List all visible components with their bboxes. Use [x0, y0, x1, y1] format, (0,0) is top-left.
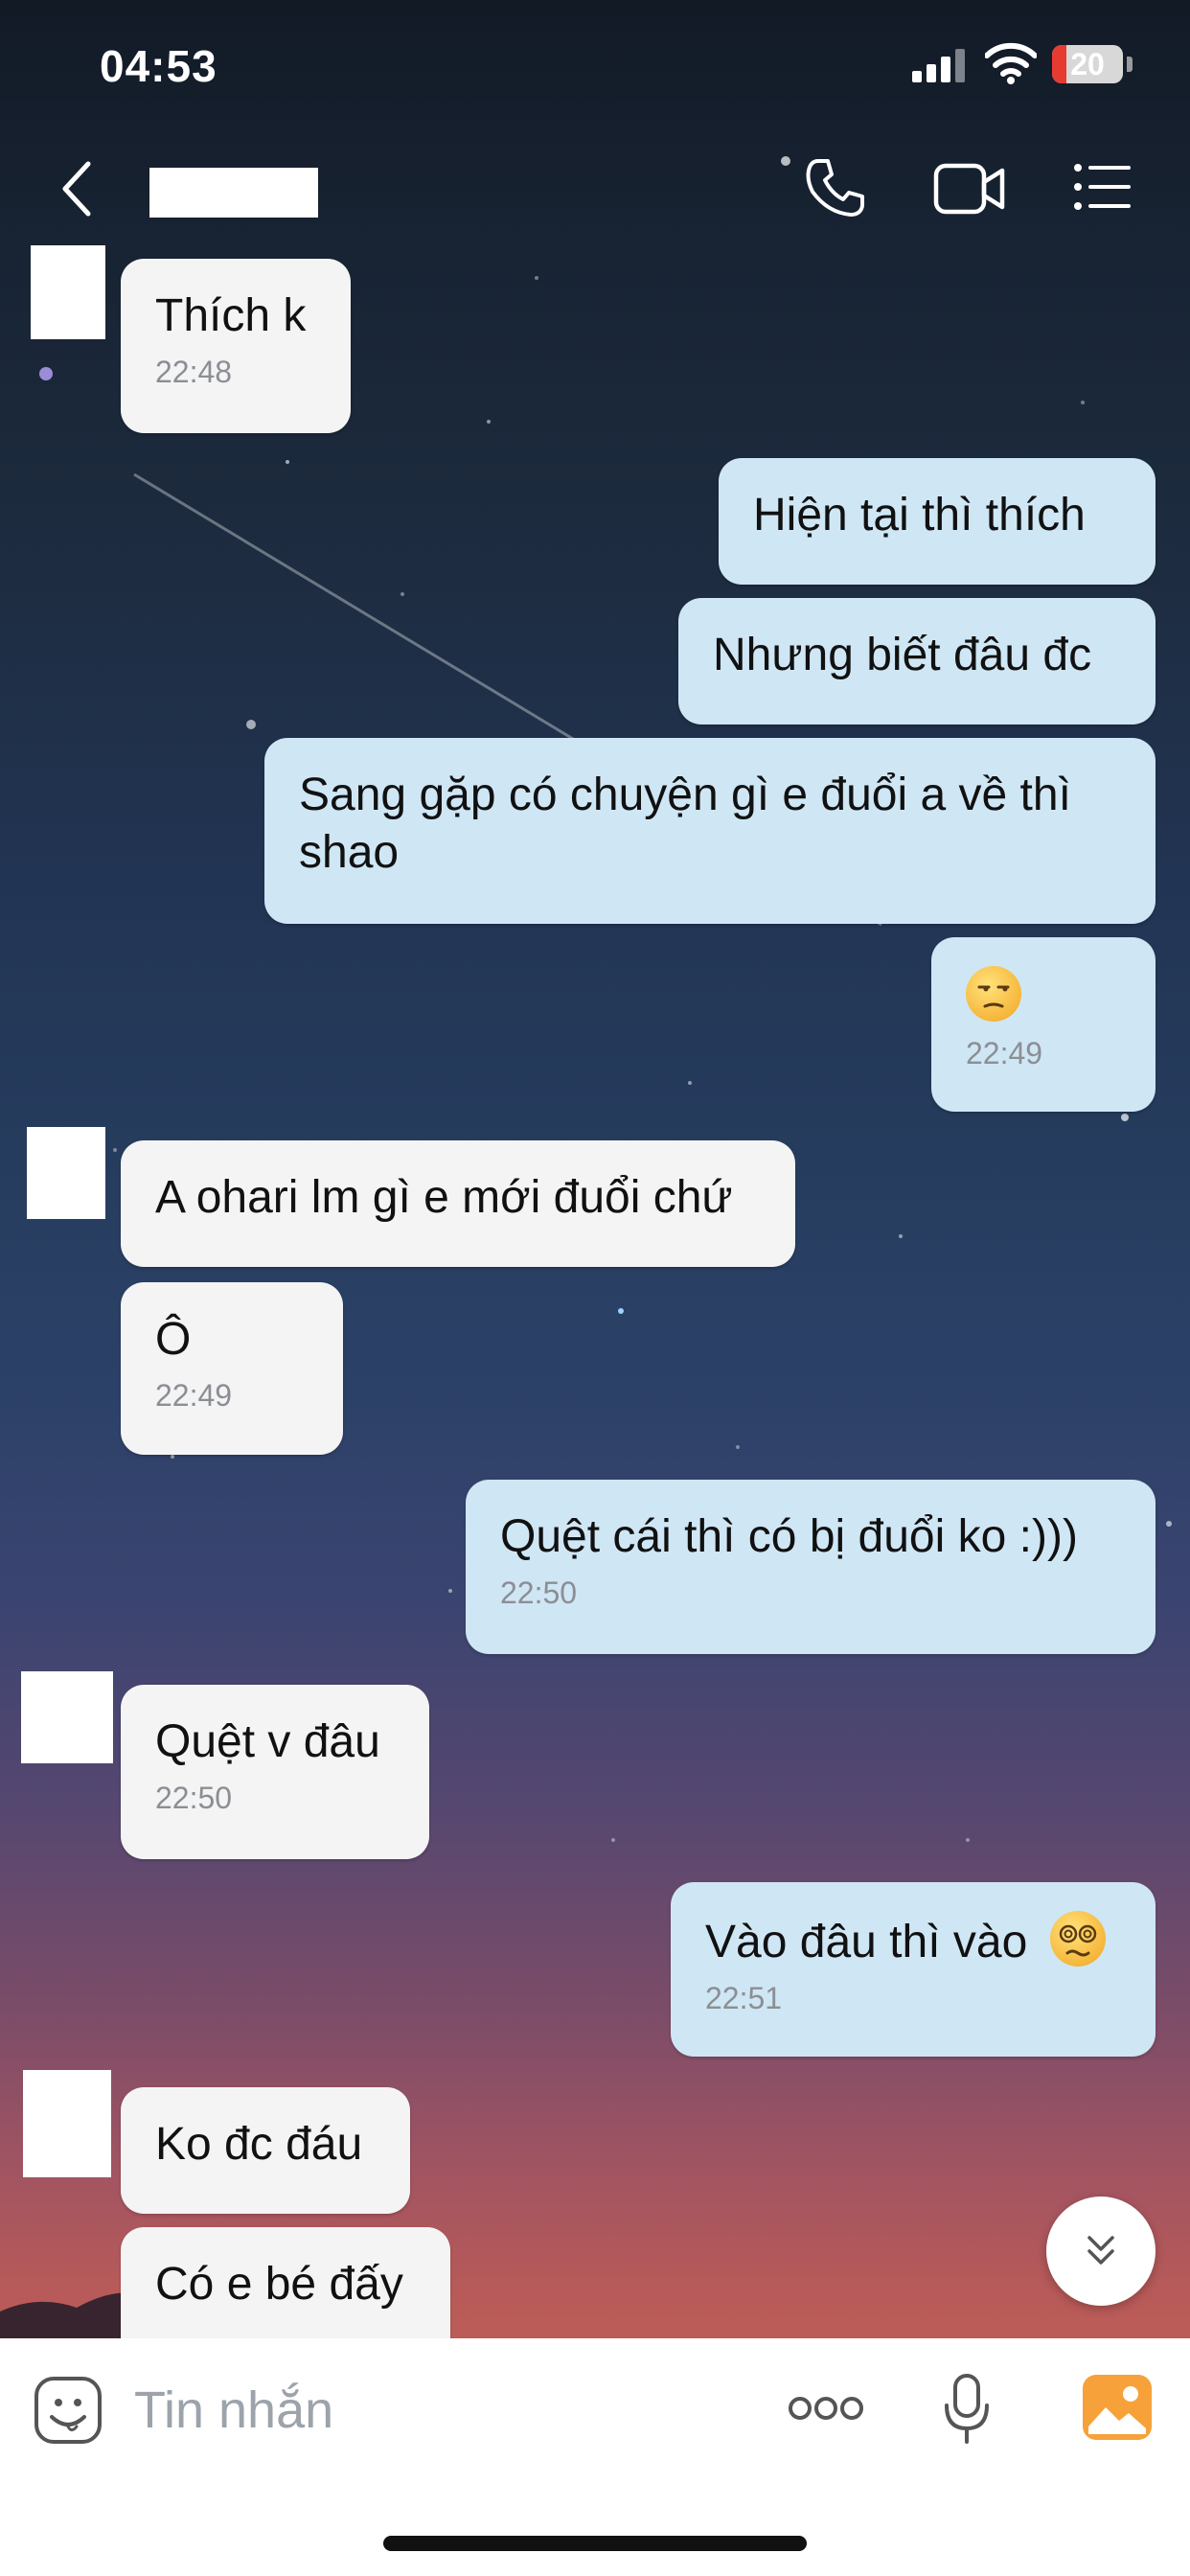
message-bubble-outgoing[interactable]: Nhưng biết đâu đc [678, 598, 1156, 724]
chevron-left-icon[interactable] [57, 158, 96, 219]
message-bubble-incoming[interactable]: A ohari lm gì e mới đuổi chứ [121, 1140, 795, 1267]
message-bubble-outgoing[interactable]: Vào đâu thì vào 22:51 [671, 1882, 1156, 2057]
microphone-icon[interactable] [943, 2373, 991, 2446]
message-text: Thích k [155, 290, 307, 341]
gallery-image-icon[interactable] [1081, 2373, 1154, 2442]
message-text: Quệt cái thì có bị đuổi ko :))) [500, 1511, 1078, 1562]
home-indicator [383, 2536, 807, 2551]
message-bubble-outgoing[interactable]: Hiện tại thì thích [719, 458, 1156, 585]
message-bubble-incoming[interactable]: Thích k 22:48 [121, 259, 351, 433]
message-time: 22:50 [500, 1576, 578, 1610]
status-bar: 04:53 20 [0, 0, 1190, 134]
message-input[interactable] [134, 2377, 709, 2444]
wifi-icon [985, 42, 1037, 84]
message-text: Nhưng biết đâu đc [713, 630, 1092, 680]
avatar[interactable] [21, 1671, 113, 1763]
battery-indicator: 20 [1052, 45, 1123, 83]
avatar[interactable] [31, 245, 105, 339]
message-text: Ô [155, 1314, 192, 1365]
message-bubble-outgoing[interactable]: 22:49 [931, 937, 1156, 1112]
avatar[interactable] [23, 2070, 111, 2177]
battery-cap [1127, 57, 1133, 72]
message-time: 22:50 [155, 1781, 233, 1815]
message-bubble-outgoing[interactable]: Quệt cái thì có bị đuổi ko :))) 22:50 [466, 1480, 1156, 1654]
dizzy-face-emoji-icon [1049, 1911, 1106, 1966]
message-bubble-outgoing[interactable]: Sang gặp có chuyện gì e đuổi a về thì sh… [264, 738, 1156, 924]
avatar[interactable] [27, 1127, 105, 1219]
message-time: 22:48 [155, 355, 233, 389]
list-menu-icon[interactable] [1073, 163, 1133, 211]
phone-icon[interactable] [805, 157, 866, 218]
more-dots-icon[interactable] [788, 2394, 864, 2423]
message-time: 22:49 [155, 1378, 233, 1413]
message-time: 22:49 [966, 1036, 1043, 1070]
scroll-to-bottom-button[interactable] [1046, 2196, 1156, 2306]
message-text: Sang gặp có chuyện gì e đuổi a về thì sh… [299, 770, 1071, 878]
message-text: Quệt v đâu [155, 1716, 380, 1767]
message-bubble-incoming[interactable]: Ko đc đáu [121, 2087, 410, 2214]
message-text: A ohari lm gì e mới đuổi chứ [155, 1172, 733, 1223]
message-text: Ko đc đáu [155, 2119, 363, 2170]
unamused-face-emoji-icon [966, 966, 1021, 1022]
message-bubble-incoming[interactable]: Ô 22:49 [121, 1282, 343, 1455]
message-time: 22:51 [705, 1981, 783, 2015]
message-text: Hiện tại thì thích [753, 490, 1086, 540]
message-bubble-incoming[interactable]: Quệt v đâu 22:50 [121, 1685, 429, 1859]
video-camera-icon[interactable] [933, 161, 1006, 217]
message-text: Vào đâu thì vào [705, 1917, 1028, 1967]
status-time: 04:53 [100, 41, 217, 91]
contact-name-redacted[interactable] [149, 168, 318, 218]
cellular-signal-icon [912, 49, 965, 82]
sticker-face-icon[interactable] [33, 2375, 103, 2446]
battery-percentage: 20 [1070, 47, 1105, 81]
double-chevron-down-icon [1087, 2236, 1114, 2265]
message-text: Có e bé đấy [155, 2259, 403, 2310]
chat-screen: 04:53 20 Thích k 22:48 Hiện tại thì thíc… [0, 0, 1190, 2576]
